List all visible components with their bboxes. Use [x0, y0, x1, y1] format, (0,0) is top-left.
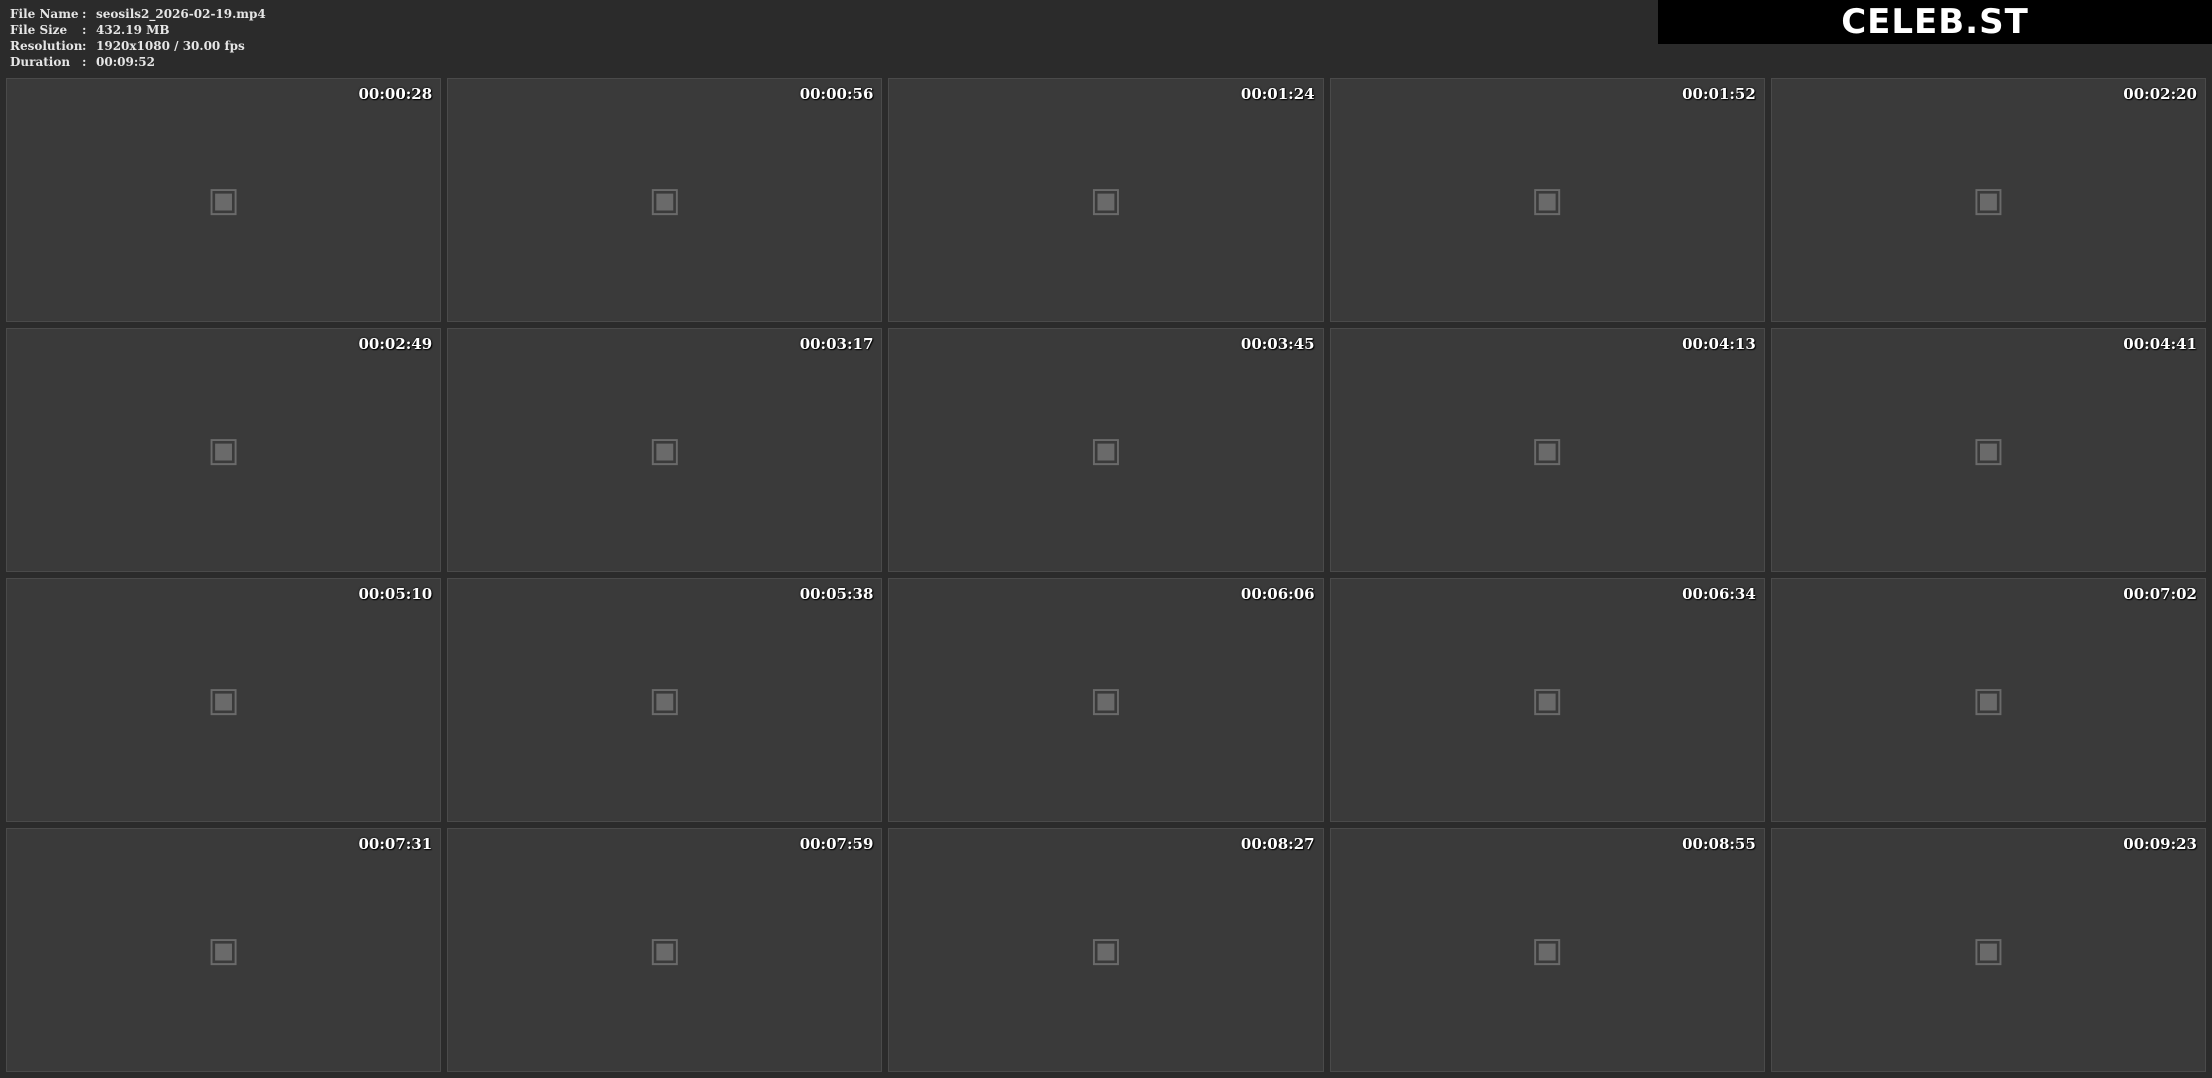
- frame-tile: ▣ 00:02:49: [6, 328, 442, 572]
- frame-timestamp: 00:06:06: [1240, 585, 1315, 603]
- frame-tile: ▣ 00:01:24: [888, 78, 1324, 322]
- frame-timestamp: 00:01:52: [1682, 85, 1756, 103]
- video-frame-icon: ▣: [1089, 180, 1123, 220]
- frame-timestamp: 00:00:56: [799, 85, 874, 103]
- video-frame-icon: ▣: [1972, 180, 2005, 220]
- frame-timestamp: 00:05:10: [358, 585, 433, 603]
- frame-timestamp: 00:07:31: [358, 835, 433, 853]
- frame-tile: ▣ 00:08:27: [888, 828, 1324, 1072]
- video-frame-icon: ▣: [1089, 680, 1123, 720]
- frame-tile: ▣ 00:03:17: [447, 328, 883, 572]
- video-frame-icon: ▣: [207, 180, 240, 220]
- frame-timestamp: 00:07:59: [799, 835, 874, 853]
- file-info-key: Resolution: [10, 39, 83, 53]
- frame-grid: ▣ 00:00:28 ▣ 00:00:56 ▣ 00:01:24 ▣ 00:01:52 ▣ 00:…: [6, 78, 2206, 1072]
- video-frame-icon: ▣: [1089, 430, 1123, 470]
- video-frame-icon: ▣: [1531, 680, 1564, 720]
- file-info-row: Duration : 00:09:52: [10, 54, 266, 70]
- file-info-separator: :: [82, 23, 87, 37]
- video-frame-icon: ▣: [648, 430, 681, 470]
- frame-timestamp: 00:08:55: [1682, 835, 1756, 853]
- frame-tile: ▣ 00:00:28: [6, 78, 442, 322]
- file-info-separator: :: [82, 39, 87, 53]
- video-frame-icon: ▣: [1531, 430, 1564, 470]
- video-frame-icon: ▣: [1972, 930, 2005, 970]
- frame-tile: ▣ 00:03:45: [888, 328, 1324, 572]
- frame-tile: ▣ 00:02:20: [1770, 78, 2206, 322]
- frame-timestamp: 00:04:13: [1682, 335, 1756, 353]
- frame-timestamp: 00:05:38: [799, 585, 874, 603]
- frame-timestamp: 00:00:28: [358, 85, 433, 103]
- frame-tile: ▣ 00:07:02: [1770, 578, 2206, 822]
- file-info-row: Resolution : 1920x1080 / 30.00 fps: [10, 38, 266, 54]
- file-info-key: Duration: [10, 55, 71, 69]
- frame-timestamp: 00:07:02: [2123, 585, 2197, 603]
- video-frame-icon: ▣: [1531, 930, 1564, 970]
- file-info-separator: :: [82, 7, 87, 21]
- file-info-value: seosils2_2026-02-19.mp4: [96, 7, 266, 21]
- frame-tile: ▣ 00:07:31: [6, 828, 442, 1072]
- frame-tile: ▣ 00:04:13: [1329, 328, 1765, 572]
- file-info-value: 1920x1080 / 30.00 fps: [96, 39, 245, 53]
- video-frame-icon: ▣: [1531, 180, 1564, 220]
- frame-timestamp: 00:03:17: [799, 335, 874, 353]
- frame-tile: ▣ 00:01:52: [1329, 78, 1765, 322]
- frame-tile: ▣ 00:08:55: [1329, 828, 1765, 1072]
- file-info-row: File Name : seosils2_2026-02-19.mp4: [10, 6, 266, 22]
- frame-tile: ▣ 00:05:38: [447, 578, 883, 822]
- file-info-value: 432.19 MB: [96, 23, 170, 37]
- video-frame-icon: ▣: [648, 930, 681, 970]
- brand-logo: CELEB.ST: [1658, 0, 2212, 44]
- file-info-key: File Size: [10, 23, 68, 37]
- frame-tile: ▣ 00:00:56: [447, 78, 883, 322]
- video-frame-icon: ▣: [207, 430, 240, 470]
- video-frame-icon: ▣: [1089, 930, 1123, 970]
- frame-tile: ▣ 00:04:41: [1770, 328, 2206, 572]
- file-info-separator: :: [82, 55, 87, 69]
- frame-timestamp: 00:08:27: [1240, 835, 1315, 853]
- frame-timestamp: 00:06:34: [1682, 585, 1756, 603]
- file-info-row: File Size : 432.19 MB: [10, 22, 266, 38]
- file-info-key: File Name: [10, 7, 79, 21]
- video-frame-icon: ▣: [1972, 680, 2005, 720]
- video-frame-icon: ▣: [1972, 430, 2005, 470]
- frame-tile: ▣ 00:07:59: [447, 828, 883, 1072]
- frame-tile: ▣ 00:09:23: [1770, 828, 2206, 1072]
- file-info-panel: File Name : seosils2_2026-02-19.mp4 File…: [10, 6, 266, 70]
- frame-timestamp: 00:02:20: [2123, 85, 2197, 103]
- frame-timestamp: 00:04:41: [2123, 335, 2197, 353]
- frame-timestamp: 00:03:45: [1240, 335, 1315, 353]
- frame-timestamp: 00:02:49: [358, 335, 433, 353]
- frame-tile: ▣ 00:06:06: [888, 578, 1324, 822]
- video-frame-icon: ▣: [648, 180, 681, 220]
- video-frame-icon: ▣: [207, 930, 240, 970]
- file-info-value: 00:09:52: [96, 55, 155, 69]
- frame-tile: ▣ 00:05:10: [6, 578, 442, 822]
- video-frame-icon: ▣: [648, 680, 681, 720]
- frame-tile: ▣ 00:06:34: [1329, 578, 1765, 822]
- video-frame-icon: ▣: [207, 680, 240, 720]
- frame-timestamp: 00:01:24: [1240, 85, 1315, 103]
- frame-timestamp: 00:09:23: [2123, 835, 2197, 853]
